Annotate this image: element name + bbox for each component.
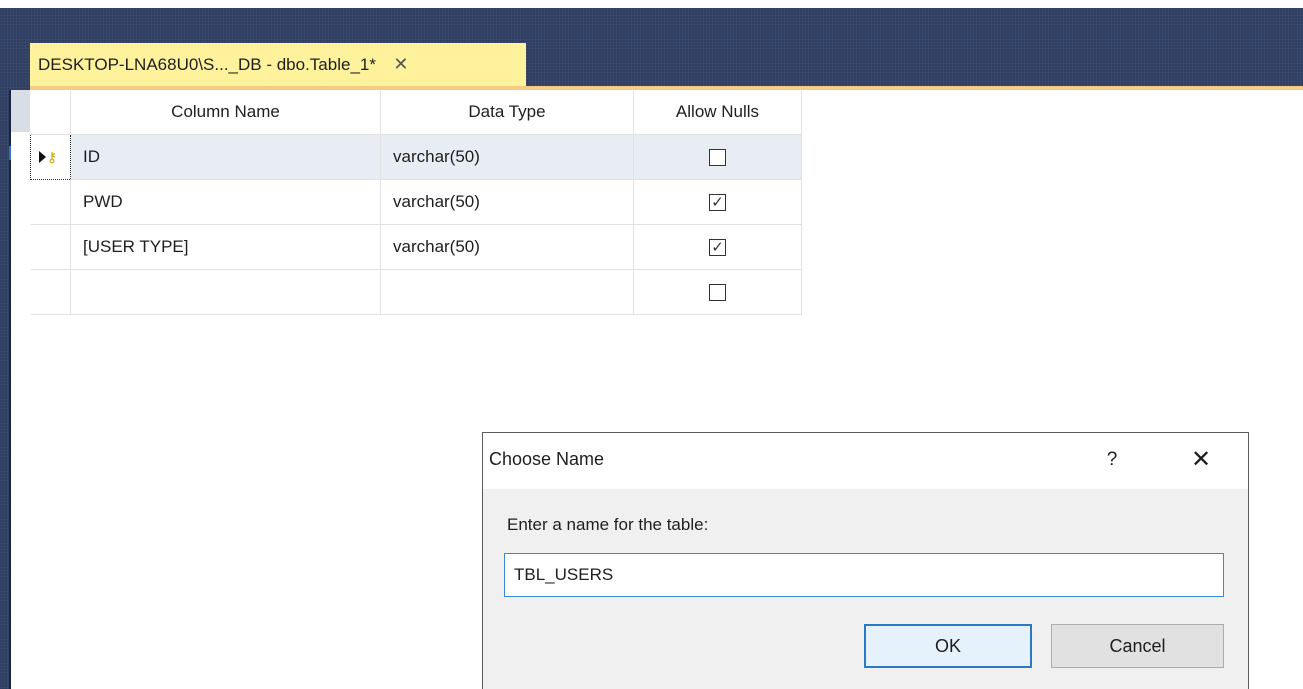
column-name-cell[interactable] bbox=[70, 269, 381, 315]
choose-name-dialog: Choose Name ? ✕ Enter a name for the tab… bbox=[482, 432, 1249, 689]
document-tab[interactable]: DESKTOP-LNA68U0\S..._DB - dbo.Table_1* ✕ bbox=[30, 43, 526, 86]
object-explorer-header bbox=[9, 90, 30, 132]
table-row[interactable] bbox=[30, 269, 802, 315]
column-name-cell[interactable]: [USER TYPE] bbox=[70, 224, 381, 270]
row-selector-header bbox=[30, 90, 71, 135]
row-selector[interactable] bbox=[30, 224, 71, 270]
data-type-cell[interactable]: varchar(50) bbox=[380, 179, 634, 225]
data-type-cell[interactable]: varchar(50) bbox=[380, 134, 634, 180]
row-selector[interactable] bbox=[30, 269, 71, 315]
table-row[interactable]: PWD varchar(50) ✓ bbox=[30, 179, 802, 225]
table-name-input[interactable] bbox=[504, 553, 1224, 597]
close-icon[interactable]: ✕ bbox=[392, 54, 410, 74]
data-type-header[interactable]: Data Type bbox=[380, 90, 634, 135]
table-name-prompt: Enter a name for the table: bbox=[507, 515, 709, 534]
dialog-title: Choose Name bbox=[489, 449, 605, 469]
document-tab-label: DESKTOP-LNA68U0\S..._DB - dbo.Table_1* bbox=[38, 54, 376, 74]
dialog-close-button[interactable]: ✕ bbox=[1184, 445, 1218, 475]
column-name-cell[interactable]: PWD bbox=[70, 179, 381, 225]
table-designer-grid: Column Name Data Type Allow Nulls ⚷ ID v… bbox=[30, 90, 802, 315]
table-row[interactable]: [USER TYPE] varchar(50) ✓ bbox=[30, 224, 802, 270]
allow-nulls-header[interactable]: Allow Nulls bbox=[633, 90, 802, 135]
allow-nulls-checkbox[interactable] bbox=[709, 283, 726, 301]
column-name-cell[interactable]: ID bbox=[70, 134, 381, 180]
primary-key-row-icon: ⚷ bbox=[39, 148, 63, 166]
tree-connector bbox=[9, 146, 13, 160]
row-selector[interactable] bbox=[30, 179, 71, 225]
allow-nulls-cell bbox=[633, 269, 802, 315]
table-row[interactable]: ⚷ ID varchar(50) bbox=[30, 133, 802, 180]
allow-nulls-cell bbox=[633, 134, 802, 180]
allow-nulls-cell: ✓ bbox=[633, 224, 802, 270]
splitter[interactable] bbox=[9, 90, 11, 689]
data-type-cell[interactable] bbox=[380, 269, 634, 315]
column-name-header[interactable]: Column Name bbox=[70, 90, 381, 135]
grid-header-row: Column Name Data Type Allow Nulls bbox=[30, 90, 802, 135]
ok-button[interactable]: OK bbox=[864, 624, 1032, 668]
help-button[interactable]: ? bbox=[1097, 445, 1127, 475]
current-row-arrow-icon bbox=[39, 150, 46, 163]
allow-nulls-checkbox[interactable] bbox=[709, 148, 726, 166]
object-explorer-edge bbox=[9, 90, 30, 689]
data-type-cell[interactable]: varchar(50) bbox=[380, 224, 634, 270]
cancel-button[interactable]: Cancel bbox=[1051, 624, 1224, 668]
top-strip bbox=[0, 0, 1303, 8]
row-selector[interactable]: ⚷ bbox=[30, 133, 71, 180]
allow-nulls-checkbox[interactable]: ✓ bbox=[709, 193, 726, 211]
allow-nulls-cell: ✓ bbox=[633, 179, 802, 225]
allow-nulls-checkbox[interactable]: ✓ bbox=[709, 238, 726, 256]
key-icon: ⚷ bbox=[47, 148, 58, 165]
dialog-title-bar: Choose Name ? ✕ bbox=[483, 433, 1248, 489]
